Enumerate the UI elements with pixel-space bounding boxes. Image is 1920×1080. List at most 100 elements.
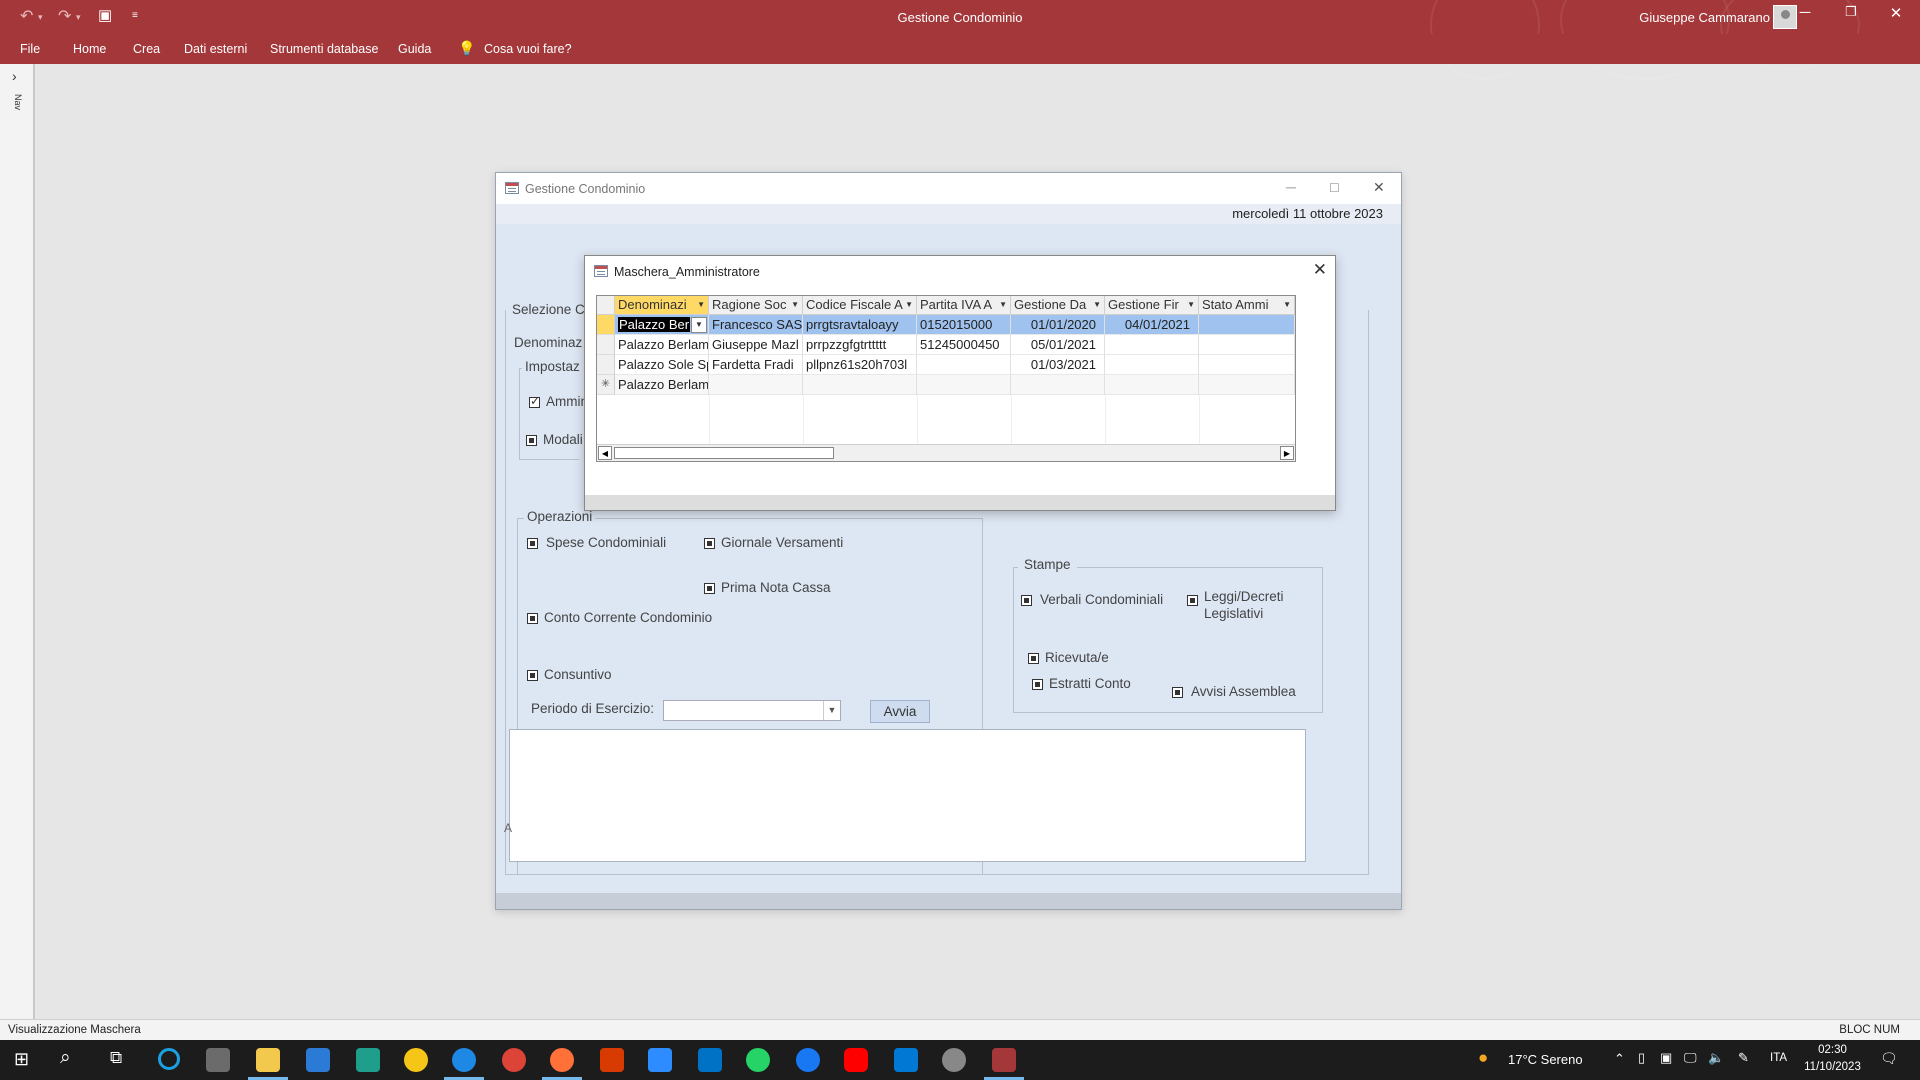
leggi-decreti-checkbox[interactable]: Leggi/Decreti Legislativi [1187,588,1302,622]
app-icon[interactable] [206,1048,230,1072]
clock-date[interactable]: 11/10/2023 [1800,1061,1865,1073]
table-cell[interactable]: pllpnz61s20h703l [803,355,917,375]
tell-me-search[interactable]: Cosa vuoi fare? [484,42,572,56]
row-selector[interactable] [597,335,615,355]
tray-app-icon[interactable]: ▣ [1660,1050,1672,1066]
user-name[interactable]: Giuseppe Cammarano [1639,10,1770,25]
volume-icon[interactable]: 🔈 [1708,1050,1724,1066]
table-cell[interactable]: 05/01/2021 [1011,335,1105,355]
facebook-icon[interactable] [796,1048,820,1072]
table-cell[interactable] [1105,335,1199,355]
pen-icon[interactable]: ✎ [1738,1050,1749,1066]
column-header-denominazione[interactable]: Denominazi ▼ [615,296,709,315]
search-icon[interactable]: ⌕ [60,1047,71,1069]
chevron-down-icon[interactable]: ▼ [823,701,840,720]
table-cell[interactable] [709,375,803,395]
clock-time[interactable]: 02:30 [1800,1044,1865,1056]
zoom-icon[interactable] [648,1048,672,1072]
scrollbar-thumb[interactable] [614,447,834,459]
consuntivo-checkbox[interactable]: Consuntivo [527,667,612,682]
settings-icon[interactable] [942,1048,966,1072]
network-icon[interactable]: 🖵 [1684,1050,1697,1066]
new-record-icon[interactable]: ✳ [597,375,615,395]
table-cell[interactable] [917,355,1011,375]
spese-condominiali-checkbox[interactable]: Spese Condominiali [527,535,666,550]
column-header-stato[interactable]: Stato Ammi ▼ [1199,296,1295,315]
column-header-gestione-fine[interactable]: Gestione Fir ▼ [1105,296,1199,315]
notifications-icon[interactable]: 🗨 [1880,1050,1898,1067]
verbali-condominiali-checkbox[interactable]: Verbali Condominiali [1021,592,1163,607]
whatsapp-icon[interactable] [746,1048,770,1072]
tab-strumenti-database[interactable]: Strumenti database [270,42,378,56]
access-icon[interactable] [984,1048,1024,1080]
table-cell[interactable] [803,375,917,395]
conto-corrente-checkbox[interactable]: Conto Corrente Condominio [527,610,712,625]
outlook-icon[interactable] [698,1048,722,1072]
column-header-codice-fiscale[interactable]: Codice Fiscale A ▼ [803,296,917,315]
minimize-icon[interactable]: ─ [1286,179,1296,195]
tab-guida[interactable]: Guida [398,42,431,56]
close-icon[interactable]: ✕ [1313,260,1327,280]
log-text-area[interactable] [509,729,1306,862]
table-cell[interactable]: 01/01/2020 [1011,315,1105,335]
table-cell[interactable]: prrpzzgfgtrttttt [803,335,917,355]
office-icon[interactable] [600,1048,624,1072]
avvia-button[interactable]: Avvia [870,700,930,723]
table-cell[interactable] [1105,355,1199,375]
table-cell[interactable]: Palazzo Berlam [615,375,709,395]
cortana-icon[interactable] [158,1048,180,1070]
table-cell[interactable] [1199,335,1295,355]
weather-text[interactable]: 17°C Sereno [1508,1052,1583,1067]
chevron-right-icon[interactable]: › [12,68,17,84]
store-icon[interactable] [306,1048,330,1072]
table-cell[interactable] [1011,375,1105,395]
select-all-corner[interactable] [597,296,615,315]
table-cell[interactable] [1199,355,1295,375]
prima-nota-cassa-checkbox[interactable]: Prima Nota Cassa [704,580,831,595]
row-selector[interactable] [597,355,615,375]
calendar-icon[interactable] [356,1048,380,1072]
chevron-down-icon[interactable]: ▼ [691,317,707,333]
table-cell[interactable]: Palazzo Sole Sp [615,355,709,375]
weather-icon[interactable]: ● [1478,1048,1488,1068]
language-indicator[interactable]: ITA [1770,1052,1787,1064]
vscode-icon[interactable] [894,1048,918,1072]
maximize-icon[interactable]: ☐ [1329,181,1340,195]
table-cell[interactable]: 51245000450 [917,335,1011,355]
table-cell[interactable]: Giuseppe Mazl [709,335,803,355]
row-selector[interactable] [597,315,615,335]
lightbulb-icon[interactable]: 💡 [458,40,475,57]
table-cell[interactable] [917,375,1011,395]
table-cell[interactable] [1105,375,1199,395]
estratti-conto-checkbox[interactable]: Estratti Conto [1032,676,1131,691]
giornale-versamenti-checkbox[interactable]: Giornale Versamenti [704,535,843,550]
tab-file[interactable]: File [20,42,40,56]
table-cell[interactable]: 01/03/2021 [1011,355,1105,375]
edge-icon[interactable] [444,1048,484,1080]
ricevute-checkbox[interactable]: Ricevuta/e [1028,650,1109,665]
close-icon[interactable]: ✕ [1876,4,1916,22]
table-cell[interactable] [1199,375,1295,395]
tray-app-icon[interactable]: ▯ [1638,1050,1645,1066]
file-explorer-icon[interactable] [248,1048,288,1080]
amministratore-checkbox[interactable]: Ammin [529,394,588,409]
browser-icon[interactable] [404,1048,428,1072]
windows-start-icon[interactable]: ⊞ [14,1049,29,1070]
column-header-gestione-da[interactable]: Gestione Da ▼ [1011,296,1105,315]
restore-icon[interactable]: ❐ [1831,4,1871,20]
tab-dati-esterni[interactable]: Dati esterni [184,42,247,56]
horizontal-scrollbar[interactable]: ◀ ▶ [597,444,1295,461]
table-cell[interactable] [1199,315,1295,335]
task-view-icon[interactable]: ⧉ [110,1048,122,1068]
scroll-right-icon[interactable]: ▶ [1280,446,1294,460]
tab-crea[interactable]: Crea [133,42,160,56]
table-cell[interactable]: Francesco SAS [709,315,803,335]
modalita-checkbox[interactable]: Modali [526,432,583,447]
chevron-up-icon[interactable]: ⌃ [1614,1051,1625,1067]
table-cell[interactable]: prrgtsravtaloayy [803,315,917,335]
chrome-icon[interactable] [502,1048,526,1072]
column-header-ragione-sociale[interactable]: Ragione Soc ▼ [709,296,803,315]
youtube-icon[interactable] [844,1048,868,1072]
table-cell[interactable]: 0152015000 [917,315,1011,335]
table-cell[interactable]: Fardetta Fradi [709,355,803,375]
